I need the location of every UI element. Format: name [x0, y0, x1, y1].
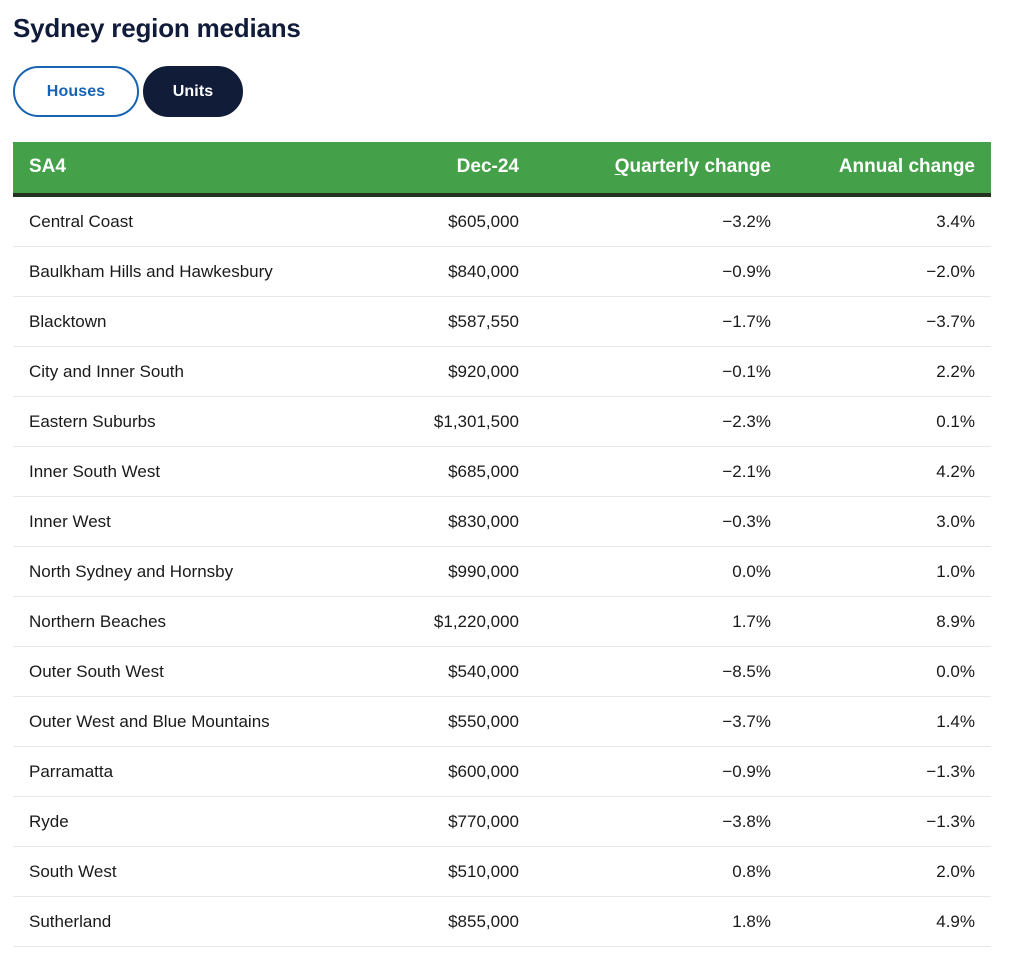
medians-table-container: SA4 Dec-24 Quarterly change Annual chang… [0, 117, 1024, 947]
cell-achange: 3.0% [787, 496, 991, 547]
quarterly-change-label-rest: uarterly change [629, 156, 772, 177]
cell-median: $685,000 [323, 446, 535, 497]
cell-qchange: 0.0% [535, 546, 787, 597]
cell-qchange: −8.5% [535, 646, 787, 697]
cell-achange: −1.3% [787, 796, 991, 847]
cell-sa4: North Sydney and Hornsby [13, 546, 323, 597]
cell-qchange: −3.2% [535, 195, 787, 247]
cell-sa4: Blacktown [13, 296, 323, 347]
medians-table: SA4 Dec-24 Quarterly change Annual chang… [13, 142, 991, 947]
cell-qchange: 0.8% [535, 846, 787, 897]
cell-sa4: City and Inner South [13, 346, 323, 397]
cell-achange: 1.0% [787, 546, 991, 597]
cell-achange: 1.4% [787, 696, 991, 747]
cell-median: $990,000 [323, 546, 535, 597]
cell-median: $855,000 [323, 896, 535, 947]
column-header-sa4[interactable]: SA4 [13, 142, 323, 197]
cell-qchange: −2.3% [535, 396, 787, 447]
cell-qchange: −0.9% [535, 746, 787, 797]
cell-median: $540,000 [323, 646, 535, 697]
cell-sa4: Northern Beaches [13, 596, 323, 647]
cell-achange: 2.0% [787, 846, 991, 897]
cell-achange: 4.9% [787, 896, 991, 947]
cell-qchange: −3.8% [535, 796, 787, 847]
column-header-quarterly-change[interactable]: Quarterly change [535, 142, 787, 197]
table-row: North Sydney and Hornsby $990,000 0.0% 1.0% [13, 546, 991, 597]
cell-qchange: −3.7% [535, 696, 787, 747]
toggle-option-units[interactable]: Units [143, 66, 243, 117]
quarterly-change-accesskey: Q [614, 156, 630, 177]
cell-median: $605,000 [323, 195, 535, 247]
cell-sa4: Baulkham Hills and Hawkesbury [13, 246, 323, 297]
cell-qchange: 1.7% [535, 596, 787, 647]
cell-sa4: Inner South West [13, 446, 323, 497]
cell-achange: 2.2% [787, 346, 991, 397]
cell-qchange: −0.3% [535, 496, 787, 547]
column-header-median[interactable]: Dec-24 [323, 142, 535, 197]
table-body: Central Coast $605,000 −3.2% 3.4% Baulkham H… [13, 195, 991, 947]
cell-achange: −2.0% [787, 246, 991, 297]
table-row: Outer West and Blue Mountains $550,000 −3.… [13, 696, 991, 747]
cell-achange: −3.7% [787, 296, 991, 347]
cell-median: $840,000 [323, 246, 535, 297]
cell-sa4: Sutherland [13, 896, 323, 947]
cell-achange: 3.4% [787, 195, 991, 247]
table-row: Parramatta $600,000 −0.9% −1.3% [13, 746, 991, 797]
cell-achange: 8.9% [787, 596, 991, 647]
cell-achange: 0.0% [787, 646, 991, 697]
cell-sa4: Inner West [13, 496, 323, 547]
cell-median: $1,220,000 [323, 596, 535, 647]
cell-median: $1,301,500 [323, 396, 535, 447]
table-row: Inner South West $685,000 −2.1% 4.2% [13, 446, 991, 497]
page-title: Sydney region medians [13, 13, 301, 43]
cell-qchange: −0.1% [535, 346, 787, 397]
table-row: Inner West $830,000 −0.3% 3.0% [13, 496, 991, 547]
page-root: Sydney region medians Houses Units SA4 D… [0, 0, 1024, 967]
table-row: Central Coast $605,000 −3.2% 3.4% [13, 195, 991, 247]
cell-sa4: Central Coast [13, 195, 323, 247]
cell-median: $920,000 [323, 346, 535, 397]
cell-qchange: 1.8% [535, 896, 787, 947]
cell-median: $770,000 [323, 796, 535, 847]
toggle-option-houses[interactable]: Houses [13, 66, 139, 117]
cell-median: $830,000 [323, 496, 535, 547]
column-header-annual-change[interactable]: Annual change [787, 142, 991, 197]
cell-sa4: Ryde [13, 796, 323, 847]
cell-qchange: −2.1% [535, 446, 787, 497]
table-row: Blacktown $587,550 −1.7% −3.7% [13, 296, 991, 347]
cell-sa4: Outer West and Blue Mountains [13, 696, 323, 747]
table-row: City and Inner South $920,000 −0.1% 2.2% [13, 346, 991, 397]
cell-sa4: Parramatta [13, 746, 323, 797]
table-row: Northern Beaches $1,220,000 1.7% 8.9% [13, 596, 991, 647]
cell-qchange: −1.7% [535, 296, 787, 347]
cell-median: $550,000 [323, 696, 535, 747]
cell-achange: 0.1% [787, 396, 991, 447]
cell-median: $510,000 [323, 846, 535, 897]
table-row: Baulkham Hills and Hawkesbury $840,000 −0.… [13, 246, 991, 297]
cell-sa4: Eastern Suburbs [13, 396, 323, 447]
cell-achange: −1.3% [787, 746, 991, 797]
property-type-toggle: Houses Units [0, 44, 1024, 117]
cell-median: $600,000 [323, 746, 535, 797]
cell-qchange: −0.9% [535, 246, 787, 297]
cell-sa4: South West [13, 846, 323, 897]
table-row: Sutherland $855,000 1.8% 4.9% [13, 896, 991, 947]
cell-sa4: Outer South West [13, 646, 323, 697]
cell-median: $587,550 [323, 296, 535, 347]
table-header-row: SA4 Dec-24 Quarterly change Annual chang… [13, 142, 991, 197]
table-row: Outer South West $540,000 −8.5% 0.0% [13, 646, 991, 697]
table-row: Ryde $770,000 −3.8% −1.3% [13, 796, 991, 847]
table-header: SA4 Dec-24 Quarterly change Annual chang… [13, 142, 991, 197]
cell-achange: 4.2% [787, 446, 991, 497]
table-row: South West $510,000 0.8% 2.0% [13, 846, 991, 897]
table-row: Eastern Suburbs $1,301,500 −2.3% 0.1% [13, 396, 991, 447]
